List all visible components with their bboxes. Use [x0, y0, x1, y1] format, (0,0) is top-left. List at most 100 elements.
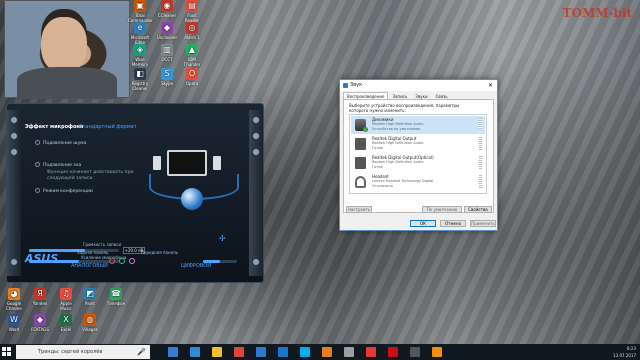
rail-knob-icon[interactable] — [252, 132, 260, 140]
desktop-icon[interactable]: ▲ IDM Thunder — [180, 44, 204, 67]
realtek-taskbar-icon[interactable] — [432, 347, 442, 357]
person-body — [17, 67, 117, 99]
app-icon: ▣ — [134, 0, 146, 12]
desktop-icon[interactable]: e Microsoft Edge — [128, 22, 152, 45]
jack-green-icon[interactable] — [119, 258, 125, 264]
toggle-icon[interactable] — [35, 162, 40, 167]
monitor-icon — [167, 150, 207, 176]
desktop-icon[interactable]: ▣ Total Commander — [128, 0, 153, 23]
desktop-icon[interactable]: ☎ Телефон — [104, 288, 128, 306]
desktop-icon[interactable]: ♫ Apple Music — [54, 288, 78, 311]
yandex-taskbar-icon[interactable] — [366, 347, 376, 357]
desktop-icon[interactable]: ◈ Wise Memory — [128, 44, 152, 67]
desktop-icon-label: Skype — [160, 81, 174, 86]
apply-button[interactable]: Применить — [470, 220, 496, 227]
desktop-icon[interactable]: S Skype — [155, 68, 179, 86]
speaker-icon — [213, 156, 221, 170]
desktop-icon-label: Opera — [185, 81, 199, 86]
person-head — [41, 17, 87, 73]
obs-taskbar-icon[interactable] — [410, 347, 420, 357]
rail-knob-icon[interactable] — [10, 132, 18, 140]
tab-microphone-effects[interactable]: Эффект микрофона — [25, 124, 83, 130]
option-echo-cancel[interactable]: Подавление эха — [35, 162, 81, 168]
speaker-icon — [153, 156, 161, 170]
edge-taskbar-icon[interactable] — [190, 347, 200, 357]
taskbar-search-box[interactable]: Тренды: сергей королёв 🎤 — [16, 345, 150, 359]
tab-standard-format[interactable]: Стандартный формат — [79, 124, 137, 130]
option-noise-suppression[interactable]: Подавление шума — [35, 140, 86, 146]
rail-knob-icon[interactable] — [252, 148, 260, 156]
desktop-icon[interactable]: X Excel — [54, 314, 78, 332]
desktop-icon[interactable]: W Word — [2, 314, 26, 332]
app-icon: ◎ — [186, 22, 198, 34]
dialog-title: Звук — [350, 82, 363, 88]
desktop-icon[interactable]: O Opera — [180, 68, 204, 86]
desktop-icon-label: Телефон — [106, 301, 126, 306]
taskbar: Тренды: сергей королёв 🎤 8:23 13.07.2017 — [0, 344, 640, 360]
close-icon[interactable]: ✕ — [486, 81, 495, 90]
device-status: Готов — [372, 146, 383, 150]
rail-knob-icon[interactable] — [252, 116, 260, 124]
realtek-audio-manager[interactable]: Эффект микрофона Стандартный формат Пода… — [6, 103, 264, 283]
dialog-titlebar[interactable]: Звук ✕ — [340, 80, 497, 91]
properties-button[interactable]: Свойства — [464, 206, 492, 213]
clock-time: 8:23 — [627, 346, 636, 351]
ok-button[interactable]: ОК — [410, 220, 436, 227]
desktop-icon[interactable]: ◍ Villages — [78, 314, 102, 332]
store-taskbar-icon[interactable] — [256, 347, 266, 357]
chrome-taskbar-icon[interactable] — [234, 347, 244, 357]
device-row[interactable]: ✓ Динамики Realtek High Definition Audio Ус… — [351, 116, 485, 134]
settings-fan-icon[interactable]: ✢ — [219, 234, 226, 243]
skype-taskbar-icon[interactable] — [300, 347, 310, 357]
media-taskbar-icon[interactable] — [322, 347, 332, 357]
cancel-button[interactable]: Отмена — [440, 220, 466, 227]
webcam-overlay — [4, 0, 130, 99]
asus-logo: ASUS — [25, 252, 59, 265]
rail-knob-icon[interactable] — [252, 258, 260, 266]
digital-label: ЦИФРОВОЙ — [181, 263, 211, 269]
rail-knob-icon[interactable] — [10, 116, 18, 124]
system-tray-clock[interactable]: 8:23 13.07.2017 — [613, 345, 636, 359]
digital-output-icon — [355, 138, 366, 150]
option-conference-mode[interactable]: Режим конференции — [35, 188, 93, 194]
desktop-icon[interactable]: ◉ CCleaner — [155, 0, 179, 18]
app-icon: Я — [34, 288, 46, 300]
jack-red-icon[interactable] — [109, 258, 115, 264]
device-row[interactable]: Headset Lenovo Headset Technology Digital… — [351, 173, 485, 191]
app-icon: e — [134, 22, 146, 34]
desktop-icon[interactable]: ◕ Google Chrome — [2, 288, 26, 311]
configure-button[interactable]: Настроить — [346, 206, 372, 213]
desktop-icon[interactable]: ◧ Registry Cleaner — [128, 68, 152, 91]
jack-pink-icon[interactable] — [129, 258, 135, 264]
device-list[interactable]: ✓ Динамики Realtek High Definition Audio Ус… — [349, 114, 487, 194]
desktop-icon[interactable]: ◆ FCKTAGS — [28, 314, 52, 332]
rail-knob-icon[interactable] — [10, 148, 18, 156]
search-text: Тренды: сергей королёв — [38, 349, 103, 355]
headset-icon — [355, 176, 366, 188]
settings-taskbar-icon[interactable] — [344, 347, 354, 357]
desktop-icon-label: Apple Music — [60, 301, 72, 311]
desktop-icon[interactable]: Я Yandex — [28, 288, 52, 306]
microphone-icon[interactable]: 🎤 — [137, 347, 146, 357]
windows-start-icon[interactable] — [2, 347, 12, 357]
rail-knob-icon[interactable] — [10, 258, 18, 266]
device-row[interactable]: Realtek Digital Output Realtek High Defin… — [351, 135, 485, 153]
explorer-taskbar-icon[interactable] — [212, 347, 222, 357]
desktop-icon[interactable]: ◎ Alarm 1 — [180, 22, 204, 40]
desktop-icon-label: Registry Cleaner — [131, 81, 149, 91]
device-status: Готов — [372, 165, 383, 169]
desktop-icon[interactable]: ▤ Foxit Reader — [180, 0, 204, 23]
device-row[interactable]: Realtek Digital Output(Optical) Realtek H… — [351, 154, 485, 172]
realtek-footer: ASUS Задняя панель Передняя панель АНАЛО… — [23, 246, 247, 274]
toggle-icon[interactable] — [35, 188, 40, 193]
sound-dialog[interactable]: Звук ✕ Воспроизведение Запись Звуки Связ… — [339, 79, 498, 231]
desktop-icon-label: Uncleaner — [156, 35, 178, 40]
desktop-icon[interactable]: ◆ Uncleaner — [155, 22, 179, 40]
desktop-icon[interactable]: ▥ OCCT — [155, 44, 179, 62]
set-default-button[interactable]: По умолчанию — [422, 206, 462, 213]
desktop-icon[interactable]: ◩ Paint — [78, 288, 102, 306]
opera-taskbar-icon[interactable] — [388, 347, 398, 357]
toggle-icon[interactable] — [35, 140, 40, 145]
mail-taskbar-icon[interactable] — [278, 347, 288, 357]
task-view-taskbar-icon[interactable] — [168, 347, 178, 357]
